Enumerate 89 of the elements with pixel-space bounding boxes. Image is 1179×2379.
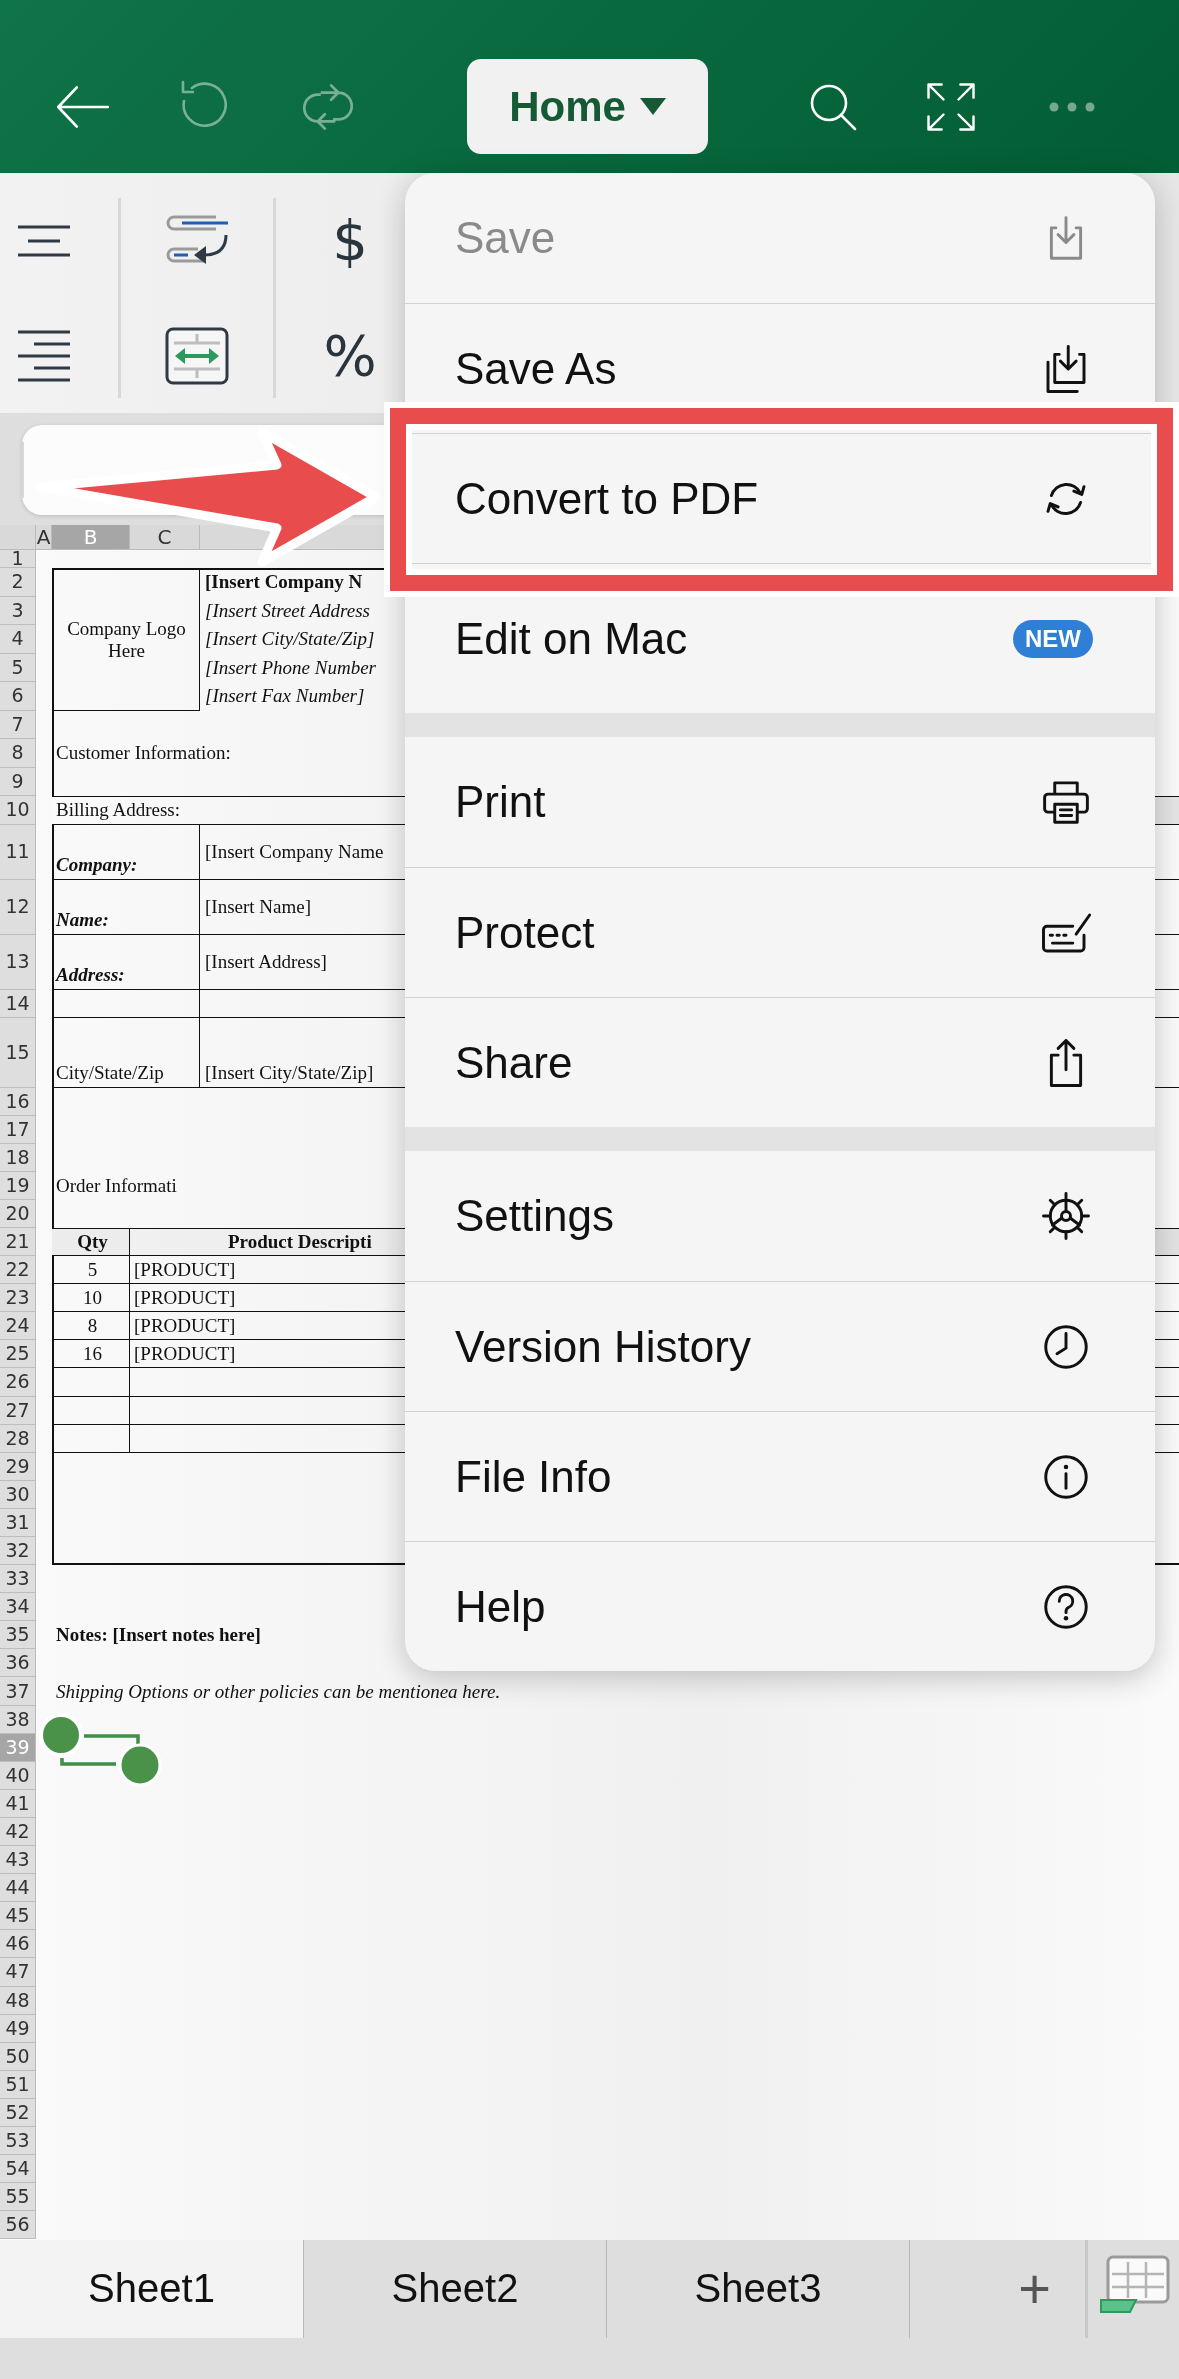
field-label: Company: — [52, 824, 200, 880]
row-header[interactable]: 17 — [0, 1115, 36, 1144]
row-header[interactable]: 48 — [0, 1986, 36, 2015]
company-detail: [Insert Fax Number] — [204, 685, 365, 708]
row-header[interactable]: 30 — [0, 1480, 36, 1509]
row-header[interactable]: 22 — [0, 1256, 36, 1285]
row-header[interactable]: 15 — [0, 1017, 36, 1088]
row-header[interactable]: 9 — [0, 767, 36, 796]
row-header[interactable]: 10 — [0, 796, 36, 825]
row-header[interactable]: 42 — [0, 1817, 36, 1847]
row-header[interactable]: 13 — [0, 934, 36, 990]
number-format-button[interactable]: $ — [328, 208, 372, 273]
row-header[interactable]: 33 — [0, 1565, 36, 1594]
ribbon-tab-dropdown[interactable]: Home — [467, 59, 708, 154]
row-header[interactable]: 19 — [0, 1171, 36, 1200]
field-label: City/State/Zip — [52, 1017, 200, 1088]
field-label: Address: — [52, 934, 200, 990]
settings-icon — [1039, 1189, 1093, 1243]
row-header[interactable]: 11 — [0, 824, 36, 880]
row-header[interactable]: 49 — [0, 2014, 36, 2043]
row-header[interactable]: 46 — [0, 1930, 36, 1959]
row-header[interactable]: 25 — [0, 1340, 36, 1369]
row-header[interactable]: 56 — [0, 2211, 36, 2240]
row-header[interactable]: 55 — [0, 2183, 36, 2212]
row-header[interactable]: 2 — [0, 568, 36, 597]
new-badge: NEW — [1013, 619, 1093, 658]
row-header[interactable]: 4 — [0, 625, 36, 654]
row-header[interactable]: 29 — [0, 1452, 36, 1481]
row-header[interactable]: 27 — [0, 1396, 36, 1425]
grid-toggle-icon[interactable] — [1098, 2253, 1172, 2316]
column-heading: Qty — [52, 1227, 130, 1257]
row-header[interactable]: 51 — [0, 2070, 36, 2099]
row-header[interactable]: 31 — [0, 1508, 36, 1537]
section-heading: Order Informati — [55, 1174, 178, 1197]
sheet-tab[interactable]: Sheet1 — [0, 2239, 303, 2338]
row-header[interactable]: 12 — [0, 879, 36, 935]
menu-item[interactable]: Protect — [405, 867, 1155, 997]
row-header[interactable]: 41 — [0, 1789, 36, 1818]
row-header[interactable]: 20 — [0, 1199, 36, 1228]
section-heading: Customer Information: — [55, 742, 231, 765]
row-header[interactable]: 47 — [0, 1958, 36, 1987]
menu-item[interactable]: Save As — [405, 303, 1155, 433]
row-header[interactable]: 37 — [0, 1677, 36, 1706]
row-header[interactable]: 32 — [0, 1537, 36, 1566]
row-header[interactable]: 43 — [0, 1846, 36, 1875]
menu-item[interactable]: Convert to PDF — [405, 433, 1155, 563]
row-header[interactable]: 54 — [0, 2155, 36, 2184]
row-header[interactable]: 26 — [0, 1368, 36, 1397]
table-cell: 10 — [52, 1284, 130, 1313]
row-header[interactable]: 24 — [0, 1312, 36, 1341]
row-header[interactable]: 5 — [0, 653, 36, 682]
row-header[interactable]: 50 — [0, 2042, 36, 2071]
field-label: Name: — [52, 879, 200, 935]
row-header[interactable]: 23 — [0, 1284, 36, 1313]
table-cell: 16 — [52, 1340, 130, 1369]
table-cell: 8 — [52, 1312, 130, 1341]
logo-cell: Company Logo Here — [54, 570, 200, 711]
row-header[interactable]: 28 — [0, 1424, 36, 1453]
row-header[interactable]: 53 — [0, 2126, 36, 2156]
row-header[interactable]: 18 — [0, 1143, 36, 1172]
row-header[interactable]: 45 — [0, 1902, 36, 1931]
company-detail: [Insert Street Address — [204, 599, 370, 622]
row-header[interactable]: 34 — [0, 1593, 36, 1622]
menu-item[interactable]: File Info — [405, 1411, 1155, 1541]
company-detail: [Insert City/State/Zip] — [204, 628, 375, 651]
row-header[interactable]: 7 — [0, 710, 36, 739]
number-format-button[interactable]: % — [319, 323, 381, 388]
row-header[interactable]: 35 — [0, 1621, 36, 1650]
row-header[interactable]: 6 — [0, 682, 36, 711]
row-header[interactable]: 8 — [0, 739, 36, 768]
row-header[interactable]: 40 — [0, 1761, 36, 1790]
company-detail: [Insert Company N — [204, 571, 363, 594]
row-header[interactable]: 14 — [0, 989, 36, 1018]
row-header[interactable]: 3 — [0, 596, 36, 625]
row-header[interactable]: 38 — [0, 1705, 36, 1734]
caret-icon — [639, 97, 666, 116]
merge-cells-icon[interactable] — [164, 325, 230, 386]
row-header[interactable]: 44 — [0, 1874, 36, 1903]
menu-item[interactable]: Version History — [405, 1281, 1155, 1411]
row-header[interactable]: 21 — [0, 1227, 36, 1257]
company-detail: [Insert Phone Number — [204, 656, 376, 679]
policy-text: Shipping Options or other policies can be mentionea here. — [55, 1680, 501, 1703]
row-header[interactable]: 16 — [0, 1087, 36, 1116]
row-header[interactable]: 52 — [0, 2098, 36, 2127]
row-header[interactable]: 1 — [0, 550, 36, 568]
table-cell: 5 — [52, 1256, 130, 1285]
row-header[interactable]: 36 — [0, 1649, 36, 1678]
notes-text: Notes: [Insert notes here] — [55, 1624, 261, 1647]
menu-item[interactable]: Help — [405, 1541, 1155, 1671]
